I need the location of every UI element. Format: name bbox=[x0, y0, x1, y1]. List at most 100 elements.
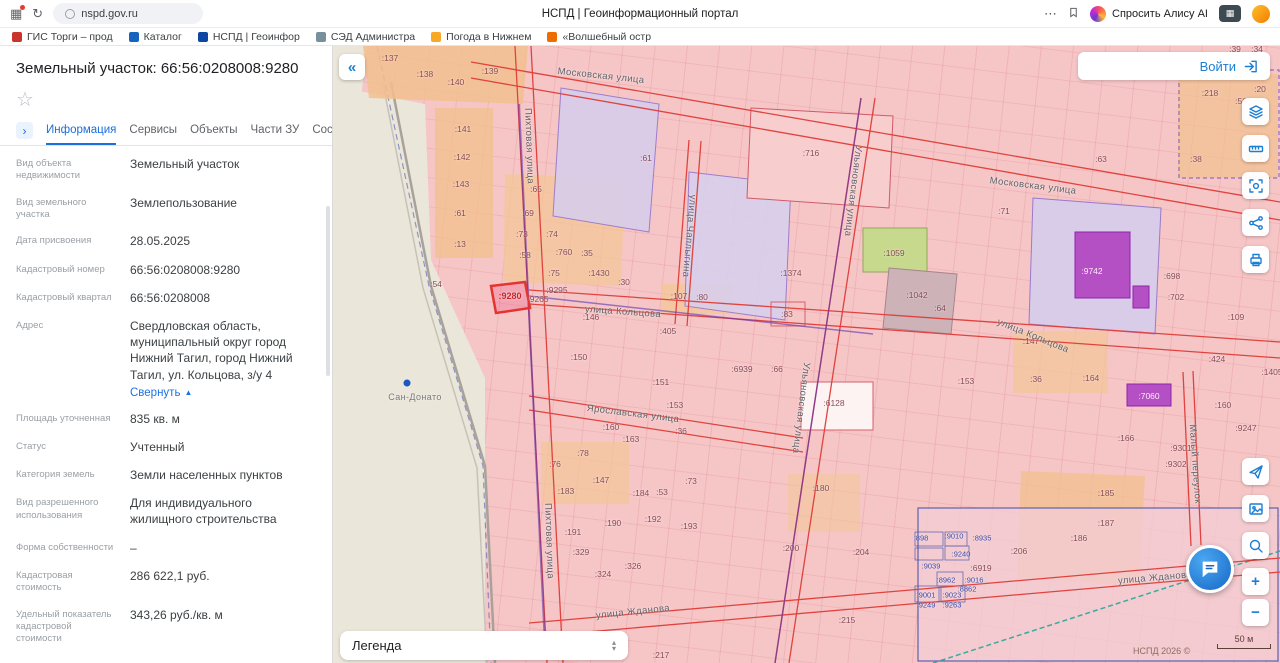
layers-button[interactable] bbox=[1242, 98, 1269, 125]
attribute-row: Вид разрешенного использования Для индив… bbox=[0, 489, 332, 533]
attribute-label: Вид разрешенного использования bbox=[16, 495, 118, 527]
gallery-button[interactable] bbox=[1242, 495, 1269, 522]
extensions-icon[interactable]: ▦ bbox=[1219, 5, 1241, 22]
print-button[interactable] bbox=[1242, 246, 1269, 273]
alice-icon bbox=[1090, 6, 1106, 22]
login-label: Войти bbox=[1200, 59, 1236, 74]
attribute-row: Статус Учтенный bbox=[0, 433, 332, 461]
panel-tab[interactable]: Информация bbox=[46, 116, 116, 145]
attribute-value: 66:56:0208008 bbox=[130, 290, 316, 306]
attribute-label: Удельный показатель кадастровой стоимост… bbox=[16, 607, 118, 646]
bookmark-favicon bbox=[316, 32, 326, 42]
tabs-scroll-right-button[interactable]: › bbox=[16, 122, 33, 139]
zoom-in-button[interactable]: + bbox=[1242, 568, 1269, 595]
attribute-value: Земельный участок bbox=[130, 156, 316, 172]
bookmark-favicon bbox=[12, 32, 22, 42]
bookmark-item[interactable]: СЭД Администра bbox=[316, 31, 415, 43]
attribute-row: Вид объекта недвижимости Земельный участ… bbox=[0, 150, 332, 189]
address-bar[interactable]: nspd.gov.ru bbox=[53, 3, 203, 24]
more-options-icon[interactable]: ⋯ bbox=[1044, 7, 1057, 20]
map-tools-top bbox=[1242, 98, 1269, 273]
search-area-icon bbox=[1248, 538, 1264, 554]
panel-collapse-button[interactable]: « bbox=[339, 54, 365, 80]
chat-button[interactable] bbox=[1186, 545, 1234, 593]
panel-tab[interactable]: Сервисы bbox=[129, 116, 177, 145]
legend-bar[interactable]: Легенда ▴▾ bbox=[340, 631, 628, 660]
attribute-value: 286 622,1 руб. bbox=[130, 568, 316, 584]
zoom-frame-button[interactable] bbox=[1242, 172, 1269, 199]
zoom-controls: + − bbox=[1242, 568, 1269, 626]
refresh-icon[interactable]: ↻ bbox=[32, 7, 43, 20]
panel-tab[interactable]: Объекты bbox=[190, 116, 237, 145]
map-attribution: НСПД 2026 © bbox=[1133, 646, 1190, 656]
bookmark-ribbon-icon bbox=[1068, 6, 1079, 19]
bookmark-label: Погода в Нижнем bbox=[446, 31, 531, 43]
map-viewport[interactable]: :137:138:140:139:141:142:143:61:13:54:65… bbox=[333, 46, 1280, 663]
share-button[interactable] bbox=[1242, 209, 1269, 236]
attribute-label: Кадастровый квартал bbox=[16, 290, 118, 306]
panel-scrollbar[interactable] bbox=[326, 206, 330, 376]
attribute-label: Статус bbox=[16, 439, 118, 455]
share-icon bbox=[1248, 215, 1264, 231]
bookmark-item[interactable]: НСПД | Геоинфор bbox=[198, 31, 300, 43]
profile-avatar[interactable] bbox=[1252, 5, 1270, 23]
bookmark-label: Каталог bbox=[144, 31, 182, 43]
address-collapse-link[interactable]: Свернуть ▲ bbox=[130, 387, 316, 399]
panel-tab[interactable]: Соста bbox=[312, 116, 333, 145]
browser-menu-icon[interactable]: ▦ bbox=[10, 7, 22, 20]
attribute-value: 66:56:0208008:9280 bbox=[130, 262, 316, 278]
zoom-out-icon: − bbox=[1251, 604, 1260, 621]
send-location-button[interactable] bbox=[1242, 458, 1269, 485]
bookmark-item[interactable]: ГИС Торги – прод bbox=[12, 31, 113, 43]
attribute-label: Кадастровая стоимость bbox=[16, 568, 118, 595]
zoom-in-icon: + bbox=[1251, 573, 1260, 590]
attribute-row: Форма собственности – bbox=[0, 534, 332, 562]
bookmark-item[interactable]: «Волшебный остр bbox=[547, 31, 651, 43]
bookmark-icon[interactable] bbox=[1068, 6, 1079, 21]
bookmark-label: «Волшебный остр bbox=[562, 31, 651, 43]
bookmark-item[interactable]: Каталог bbox=[129, 31, 182, 43]
attribute-value: Учтенный bbox=[130, 439, 316, 455]
attribute-value: Свердловская область, муниципальный окру… bbox=[130, 318, 316, 383]
attribute-value: 343,26 руб./кв. м bbox=[130, 607, 316, 623]
login-bar[interactable]: Войти bbox=[1078, 52, 1270, 80]
scale-ruler-button[interactable] bbox=[1242, 135, 1269, 162]
attribute-label: Вид объекта недвижимости bbox=[16, 156, 118, 183]
attribute-label: Адрес bbox=[16, 318, 118, 399]
scale-label: 50 м bbox=[1217, 634, 1271, 644]
parcel-info-panel: Земельный участок: 66:56:0208008:9280 ☆ … bbox=[0, 46, 333, 663]
attribute-row: Категория земель Земли населенных пункто… bbox=[0, 461, 332, 489]
zoom-frame-icon bbox=[1248, 178, 1264, 194]
print-icon bbox=[1248, 252, 1264, 268]
attribute-value: Землепользование bbox=[130, 195, 316, 211]
zoom-out-button[interactable]: − bbox=[1242, 599, 1269, 626]
cadastral-map-canvas bbox=[333, 46, 1280, 663]
attribute-label: Дата присвоения bbox=[16, 233, 118, 249]
bookmark-favicon bbox=[129, 32, 139, 42]
search-area-button[interactable] bbox=[1242, 532, 1269, 559]
bookmark-item[interactable]: Погода в Нижнем bbox=[431, 31, 531, 43]
page-title: НСПД | Геоинформационный портал bbox=[542, 8, 739, 20]
attribute-value: Для индивидуального жилищного строительс… bbox=[130, 495, 316, 527]
attribute-row: Дата присвоения 28.05.2025 bbox=[0, 227, 332, 255]
parcel-attributes: Вид объекта недвижимости Земельный участ… bbox=[0, 146, 332, 652]
browser-toolbar: ▦ ↻ nspd.gov.ru НСПД | Геоинформационный… bbox=[0, 0, 1280, 28]
attribute-row: Удельный показатель кадастровой стоимост… bbox=[0, 601, 332, 652]
attribute-value: 28.05.2025 bbox=[130, 233, 316, 249]
attribute-value: Земли населенных пунктов bbox=[130, 467, 316, 483]
attribute-row: Площадь уточненная 835 кв. м bbox=[0, 405, 332, 433]
bookmark-label: ГИС Торги – прод bbox=[27, 31, 113, 43]
legend-expand-icon: ▴▾ bbox=[612, 640, 616, 652]
attribute-value: 835 кв. м bbox=[130, 411, 316, 427]
site-icon bbox=[65, 9, 75, 19]
panel-tab[interactable]: Части ЗУ bbox=[251, 116, 300, 145]
parcel-title: Земельный участок: 66:56:0208008:9280 bbox=[0, 46, 332, 81]
alice-label: Спросить Алису AI bbox=[1112, 8, 1208, 20]
panel-tabs: › Информация Сервисы Объекты Части ЗУ Со… bbox=[0, 116, 332, 146]
attribute-label: Форма собственности bbox=[16, 540, 118, 556]
alice-assistant-button[interactable]: Спросить Алису AI bbox=[1090, 6, 1208, 22]
attribute-row: Кадастровый квартал 66:56:0208008 bbox=[0, 284, 332, 312]
collapse-caret-icon: ▲ bbox=[184, 388, 192, 397]
map-tools-middle bbox=[1242, 458, 1269, 559]
favorite-star-icon[interactable]: ☆ bbox=[16, 89, 34, 111]
